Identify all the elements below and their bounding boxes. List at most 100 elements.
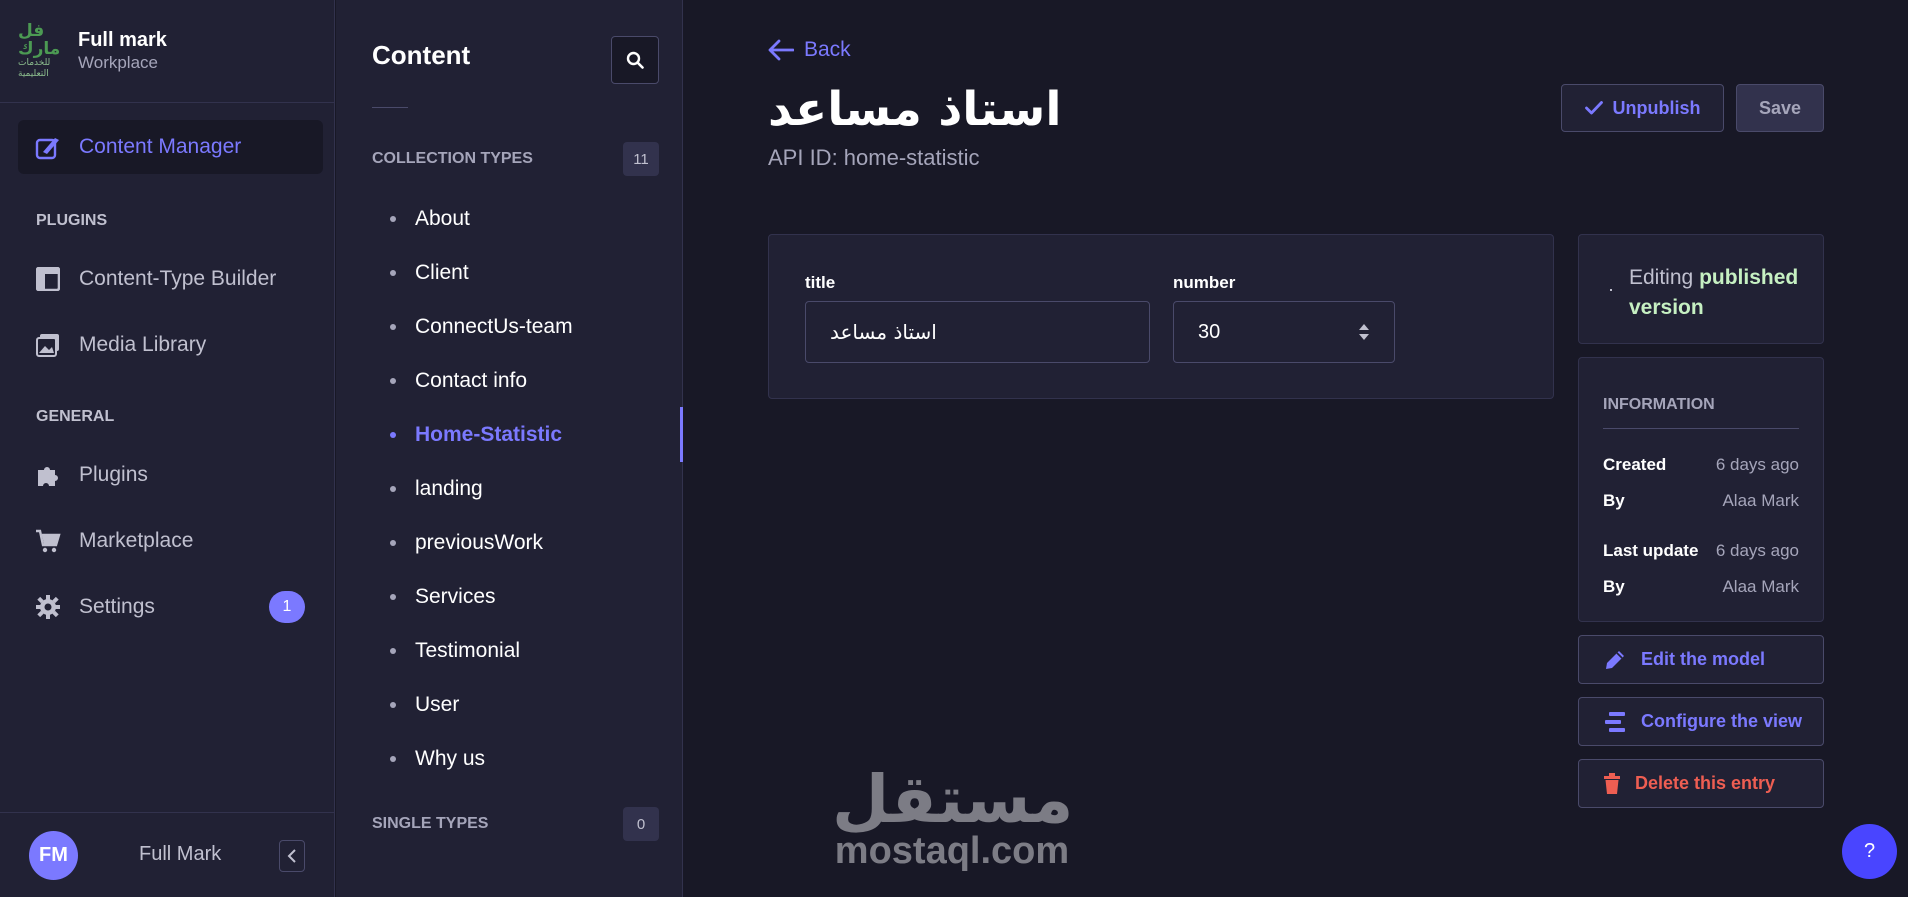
avatar[interactable]: FM bbox=[29, 831, 78, 880]
number-field-label: number bbox=[1173, 273, 1236, 292]
edit-model-button[interactable]: Edit the model bbox=[1578, 635, 1824, 684]
list-item-user[interactable]: User bbox=[390, 693, 459, 717]
info-row-updated-by: By Alaa Mark bbox=[1603, 577, 1799, 597]
search-button[interactable] bbox=[611, 36, 659, 84]
layout-icon bbox=[35, 266, 61, 292]
pencil-icon bbox=[1606, 650, 1624, 669]
list-item-about[interactable]: About bbox=[390, 207, 470, 231]
page-title: استاذ مساعد bbox=[768, 82, 1062, 137]
content-subnav: Content COLLECTION TYPES 11 About Client… bbox=[336, 0, 683, 897]
puzzle-icon bbox=[35, 462, 61, 488]
main-navigation: فل مارك للخدمات التعليمية Full mark Work… bbox=[0, 0, 335, 897]
help-button[interactable]: ? bbox=[1842, 824, 1897, 879]
bullet-icon bbox=[390, 378, 396, 384]
images-icon bbox=[35, 332, 61, 358]
nav-settings[interactable]: Settings 1 bbox=[18, 580, 323, 634]
info-value: 6 days ago bbox=[1715, 455, 1799, 474]
nav-label: Content-Type Builder bbox=[79, 267, 277, 290]
title-field-label: title bbox=[805, 273, 836, 292]
nav-marketplace[interactable]: Marketplace bbox=[18, 514, 323, 568]
list-item-why-us[interactable]: Why us bbox=[390, 747, 485, 771]
chevron-left-icon bbox=[287, 849, 296, 863]
title-field[interactable]: استاذ مساعد bbox=[805, 301, 1150, 363]
active-indicator bbox=[680, 407, 683, 462]
list-item-label: User bbox=[415, 693, 460, 716]
nav-plugins[interactable]: Plugins bbox=[18, 448, 323, 502]
workspace-title: Full mark bbox=[78, 29, 167, 51]
info-row-created: Created 6 days ago bbox=[1603, 455, 1799, 475]
nav-label: Plugins bbox=[79, 463, 148, 486]
list-item-services[interactable]: Services bbox=[390, 585, 496, 609]
list-item-contact-info[interactable]: Contact info bbox=[390, 369, 527, 393]
information-panel: INFORMATION Created 6 days ago By Alaa M… bbox=[1578, 357, 1824, 622]
subnav-title: Content bbox=[372, 40, 471, 70]
info-key: By bbox=[1603, 577, 1625, 596]
settings-notification-badge: 1 bbox=[269, 591, 305, 623]
list-item-label: Services bbox=[415, 585, 496, 608]
api-id: API ID: home-statistic bbox=[768, 145, 980, 170]
button-label: Delete this entry bbox=[1635, 773, 1776, 793]
info-row-created-by: By Alaa Mark bbox=[1603, 491, 1799, 511]
logo-subtext: للخدمات التعليمية bbox=[18, 58, 51, 79]
arrow-left-icon bbox=[768, 39, 794, 61]
delete-entry-button[interactable]: Delete this entry bbox=[1578, 759, 1824, 808]
number-field[interactable]: 30 bbox=[1173, 301, 1395, 363]
info-key: By bbox=[1603, 491, 1625, 510]
editing-status-card: Editing published version bbox=[1578, 234, 1824, 344]
configure-view-button[interactable]: Configure the view bbox=[1578, 697, 1824, 746]
bullet-icon bbox=[390, 270, 396, 276]
unpublish-label: Unpublish bbox=[1612, 97, 1701, 118]
number-value: 30 bbox=[1198, 320, 1221, 343]
divider bbox=[372, 107, 408, 108]
save-button[interactable]: Save bbox=[1736, 84, 1824, 132]
bullet-icon bbox=[390, 540, 396, 546]
nav-label: Media Library bbox=[79, 333, 207, 356]
check-icon bbox=[1584, 101, 1603, 115]
info-value: Alaa Mark bbox=[1722, 491, 1799, 510]
logo-text: فل مارك bbox=[18, 21, 61, 59]
trash-icon bbox=[1604, 772, 1620, 794]
nav-content-type-builder[interactable]: Content-Type Builder bbox=[18, 252, 323, 306]
list-item-landing[interactable]: landing bbox=[390, 477, 483, 501]
bullet-icon bbox=[390, 486, 396, 492]
cart-icon bbox=[35, 528, 61, 554]
list-item-connectus-team[interactable]: ConnectUs-team bbox=[390, 315, 573, 339]
section-plugins: PLUGINS bbox=[36, 212, 108, 229]
single-types-header[interactable]: SINGLE TYPES 0 bbox=[372, 807, 659, 841]
button-label: Configure the view bbox=[1641, 711, 1803, 731]
list-item-label: Home-Statistic bbox=[415, 423, 563, 446]
nav-label: Content Manager bbox=[79, 135, 242, 158]
list-item-label: landing bbox=[415, 477, 483, 500]
mostaql-watermark: مستقل mostaql.com bbox=[832, 761, 1074, 873]
info-value: 6 days ago bbox=[1715, 541, 1799, 560]
back-link[interactable]: Back bbox=[768, 38, 851, 62]
bullet-icon bbox=[390, 216, 396, 222]
list-item-testimonial[interactable]: Testimonial bbox=[390, 639, 520, 663]
bullet-icon bbox=[390, 324, 396, 330]
section-label: COLLECTION TYPES bbox=[372, 150, 533, 167]
workspace-subtitle: Workplace bbox=[78, 53, 158, 72]
bullet-icon bbox=[390, 594, 396, 600]
button-label: Edit the model bbox=[1641, 649, 1766, 669]
bullet-icon bbox=[390, 648, 396, 654]
collection-types-header[interactable]: COLLECTION TYPES 11 bbox=[372, 142, 659, 176]
watermark-arabic: مستقل bbox=[832, 761, 1074, 838]
collapse-nav-button[interactable] bbox=[279, 840, 305, 872]
nav-content-manager[interactable]: Content Manager bbox=[18, 120, 323, 174]
info-value: Alaa Mark bbox=[1722, 577, 1799, 596]
list-item-home-statistic[interactable]: Home-Statistic bbox=[390, 423, 562, 447]
bullet-icon bbox=[390, 756, 396, 762]
info-row-last-update: Last update 6 days ago bbox=[1603, 541, 1799, 561]
bullet-icon bbox=[390, 702, 396, 708]
section-label: SINGLE TYPES bbox=[372, 815, 489, 832]
nav-label: Settings bbox=[79, 595, 155, 618]
list-item-label: About bbox=[415, 207, 470, 230]
list-item-previouswork[interactable]: previousWork bbox=[390, 531, 543, 555]
unpublish-button[interactable]: Unpublish bbox=[1561, 84, 1724, 132]
list-item-client[interactable]: Client bbox=[390, 261, 469, 285]
brand-header: فل مارك للخدمات التعليمية Full mark Work… bbox=[0, 0, 334, 103]
count-badge: 0 bbox=[623, 807, 659, 841]
nav-media-library[interactable]: Media Library bbox=[18, 318, 323, 372]
stepper-arrows-icon[interactable] bbox=[1358, 322, 1370, 342]
user-name[interactable]: Full Mark bbox=[139, 843, 221, 866]
